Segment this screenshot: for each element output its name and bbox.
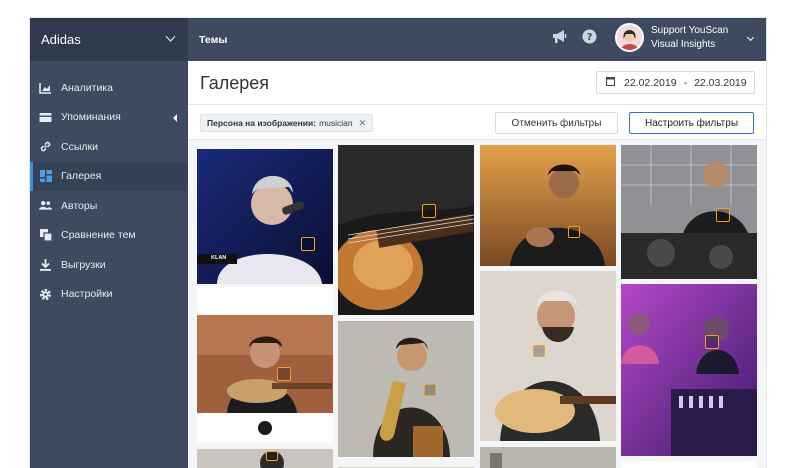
download-icon [39, 258, 52, 271]
avatar [615, 23, 644, 52]
sidebar-item-label: Аналитика [61, 81, 113, 94]
image-card-blank-2 [621, 461, 757, 468]
chart-icon [39, 81, 52, 94]
logo-badge-icon [705, 335, 719, 349]
logo-badge-icon [301, 237, 315, 251]
user-text: Support YouScan Visual Insights [651, 24, 728, 52]
sidebar-item-label: Упоминания [61, 111, 121, 124]
gallery-image-saxophonist[interactable] [338, 321, 474, 457]
gallery-icon [39, 170, 52, 183]
gallery-image-rapper[interactable]: KLAN [197, 149, 333, 284]
sidebar-item-label: Выгрузки [61, 258, 106, 271]
configure-filters-button[interactable]: Настроить фильтры [629, 112, 754, 134]
gallery-image-partial[interactable] [338, 461, 474, 468]
gallery-image-guitarist-room[interactable] [197, 315, 333, 413]
sidebar-item-label: Сравнение тем [61, 229, 136, 242]
gallery-image-studio-purple[interactable] [621, 284, 757, 456]
topbar: Темы ? Support YouScan Visual Insights [188, 18, 766, 61]
filter-bar: Персона на изображении: musician ✕ Отмен… [188, 104, 766, 140]
image-card-blank [197, 287, 333, 315]
close-icon[interactable]: ✕ [359, 118, 367, 129]
link-icon [39, 140, 52, 153]
date-to: 22.03.2019 [694, 76, 747, 89]
caret-left-icon [173, 113, 177, 122]
gallery-image-man-sunset[interactable] [480, 145, 616, 266]
sidebar-item-authors[interactable]: Авторы [30, 191, 188, 221]
sidebar-item-settings[interactable]: Настройки [30, 280, 188, 310]
logo-badge-icon [422, 204, 436, 218]
gallery-image-partial-2[interactable] [480, 447, 616, 468]
date-from: 22.02.2019 [624, 76, 677, 89]
user-menu[interactable]: Support YouScan Visual Insights [615, 23, 755, 52]
sidebar-item-label: Авторы [61, 199, 98, 212]
filter-chip-value: musician [319, 118, 353, 128]
filter-chip[interactable]: Персона на изображении: musician ✕ [200, 114, 374, 132]
calendar-icon [606, 76, 615, 89]
compare-icon [39, 229, 52, 242]
app-window: Adidas Аналитика Упоминания Ссылки Галер… [30, 18, 766, 468]
gallery-image-acoustic-guitarist[interactable] [480, 271, 616, 441]
sidebar-item-mentions[interactable]: Упоминания [30, 103, 188, 133]
gallery-image-dj[interactable] [621, 145, 757, 279]
authors-icon [39, 199, 52, 212]
logo-badge-icon [266, 451, 278, 461]
megaphone-icon[interactable] [552, 29, 568, 49]
sidebar: Adidas Аналитика Упоминания Ссылки Галер… [30, 18, 188, 468]
user-subtitle: Visual Insights [651, 38, 716, 50]
tile-overlay-text: KLAN [211, 255, 227, 261]
gear-icon [39, 288, 52, 301]
filter-chip-key: Персона на изображении: [207, 118, 317, 128]
user-name: Support YouScan [651, 24, 729, 36]
logo-badge-icon [424, 384, 436, 396]
brand-name: Adidas [41, 32, 81, 47]
logo-badge-icon [533, 345, 545, 357]
logo-badge-icon [277, 367, 291, 381]
brand-logo-icon [258, 421, 272, 435]
topbar-icons: ? [552, 29, 597, 49]
gallery-grid: KLAN [188, 140, 766, 468]
reset-filters-button[interactable]: Отменить фильтры [495, 112, 618, 134]
topbar-section-title[interactable]: Темы [199, 34, 227, 46]
help-icon[interactable]: ? [582, 29, 597, 49]
gallery-image-cap[interactable] [197, 449, 333, 468]
sidebar-item-analytics[interactable]: Аналитика [30, 73, 188, 103]
sidebar-nav: Аналитика Упоминания Ссылки Галерея Авто… [30, 61, 188, 309]
sidebar-item-label: Галерея [61, 170, 102, 183]
logo-badge-icon [568, 226, 580, 238]
sidebar-item-compare[interactable]: Сравнение тем [30, 221, 188, 251]
page-title: Галерея [200, 73, 270, 93]
mentions-icon [39, 111, 52, 124]
sidebar-item-gallery[interactable]: Галерея [30, 161, 188, 191]
gallery-image-electric-guitar[interactable] [338, 145, 474, 315]
brand-selector[interactable]: Adidas [30, 18, 188, 61]
sidebar-item-label: Ссылки [61, 140, 98, 153]
sidebar-item-label: Настройки [61, 288, 113, 301]
image-card-footer [197, 413, 333, 443]
sidebar-item-downloads[interactable]: Выгрузки [30, 250, 188, 280]
chevron-down-icon [165, 31, 176, 42]
date-range-picker[interactable]: 22.02.2019 - 22.03.2019 [596, 71, 755, 94]
logo-badge-icon [716, 208, 730, 222]
svg-text:?: ? [587, 32, 593, 43]
chevron-down-icon [746, 33, 755, 42]
sidebar-item-links[interactable]: Ссылки [30, 132, 188, 162]
